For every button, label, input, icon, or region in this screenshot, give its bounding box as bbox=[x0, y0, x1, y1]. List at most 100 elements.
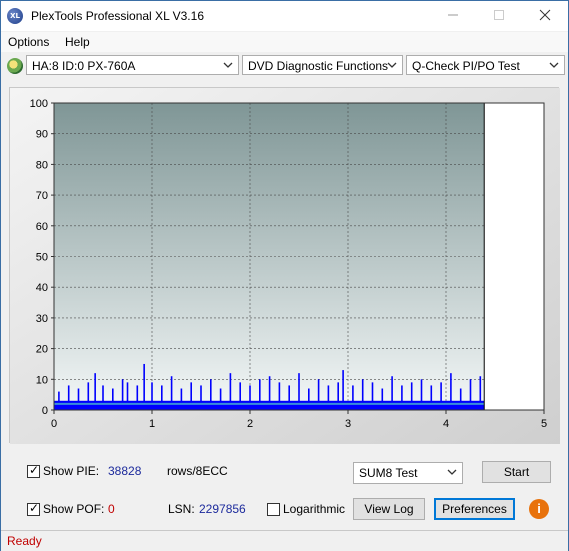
maximize-icon[interactable] bbox=[476, 1, 522, 31]
view-log-button[interactable]: View Log bbox=[353, 498, 425, 520]
chevron-down-icon bbox=[447, 469, 457, 475]
menu-help[interactable]: Help bbox=[65, 35, 90, 49]
unscanned-area bbox=[484, 103, 544, 410]
pie-bar bbox=[102, 385, 104, 410]
pie-bar bbox=[459, 388, 462, 410]
preferences-button-label: Preferences bbox=[442, 502, 507, 516]
app-logo-icon: XL bbox=[7, 8, 23, 24]
y-tick-label: 90 bbox=[36, 129, 48, 141]
test-select[interactable]: Q-Check PI/PO Test bbox=[406, 55, 565, 75]
pie-bar bbox=[410, 382, 413, 410]
pie-bar bbox=[337, 382, 339, 410]
y-tick-label: 10 bbox=[36, 374, 48, 386]
pi-po-chart: 0 10 20 30 40 50 60 70 80 90 100 0 1 2 3 4 5 bbox=[10, 88, 560, 444]
close-icon[interactable] bbox=[522, 1, 568, 31]
pie-bar bbox=[136, 385, 139, 410]
pie-bar bbox=[469, 379, 472, 410]
logarithmic-checkbox[interactable] bbox=[267, 503, 280, 516]
y-tick-label: 30 bbox=[36, 313, 48, 325]
pie-bar bbox=[87, 382, 90, 410]
pie-bar bbox=[268, 376, 271, 410]
menu-help-label: Help bbox=[65, 35, 90, 49]
start-button-label: Start bbox=[503, 465, 530, 479]
chart-panel: 0 10 20 30 40 50 60 70 80 90 100 0 1 2 3 4 5 bbox=[9, 87, 560, 444]
pie-bar bbox=[200, 385, 202, 410]
main-window: XL PlexTools Professional XL V3.16 Optio… bbox=[0, 0, 569, 551]
window-title: PlexTools Professional XL V3.16 bbox=[31, 9, 204, 23]
lsn-value: 2297856 bbox=[199, 502, 246, 516]
pie-bar bbox=[161, 385, 163, 410]
test-select-value: Q-Check PI/PO Test bbox=[412, 59, 520, 73]
show-pof-checkbox[interactable]: ✓ bbox=[27, 501, 40, 516]
status-text: Ready bbox=[7, 534, 42, 548]
y-tick-label: 80 bbox=[36, 159, 48, 171]
menu-bar: Options Help bbox=[1, 32, 568, 52]
lsn-label: LSN: bbox=[168, 502, 195, 516]
function-select-value: DVD Diagnostic Functions bbox=[248, 59, 389, 73]
status-bar: Ready bbox=[1, 530, 568, 551]
y-tick-label: 70 bbox=[36, 190, 48, 202]
sum-test-value: SUM8 Test bbox=[359, 466, 418, 480]
show-pie-checkbox[interactable]: ✓ bbox=[27, 463, 40, 478]
pie-bar bbox=[391, 376, 393, 410]
show-pof-label: Show POF: bbox=[43, 502, 105, 516]
pie-bar bbox=[327, 385, 330, 410]
preferences-button[interactable]: Preferences bbox=[434, 498, 515, 520]
checkmark-icon: ✓ bbox=[29, 501, 40, 515]
chevron-down-icon bbox=[223, 62, 233, 68]
x-tick-label: 0 bbox=[51, 418, 57, 430]
pie-bar bbox=[67, 385, 70, 410]
pie-bar bbox=[180, 388, 183, 410]
info-icon[interactable]: i bbox=[529, 499, 549, 519]
checkmark-icon: ✓ bbox=[29, 463, 40, 477]
y-tick-label: 0 bbox=[42, 405, 48, 417]
show-pie-label: Show PIE: bbox=[43, 464, 100, 478]
pie-bar bbox=[278, 382, 281, 410]
menu-options-label: Options bbox=[8, 35, 50, 49]
pie-bar bbox=[430, 385, 433, 410]
pie-bar bbox=[77, 388, 80, 410]
minimize-icon[interactable] bbox=[430, 1, 476, 31]
logarithmic-label: Logarithmic bbox=[283, 502, 346, 516]
y-tick-label: 100 bbox=[30, 98, 48, 110]
y-tick-label: 40 bbox=[36, 282, 48, 294]
pie-bar bbox=[151, 382, 153, 410]
sum-test-select[interactable]: SUM8 Test bbox=[353, 462, 463, 484]
y-tick-label: 60 bbox=[36, 221, 48, 233]
pie-bar bbox=[219, 388, 222, 410]
start-button[interactable]: Start bbox=[482, 461, 551, 483]
pie-bar bbox=[210, 379, 212, 410]
pie-value: 38828 bbox=[108, 464, 142, 478]
drive-select[interactable]: HA:8 ID:0 PX-760A bbox=[26, 55, 239, 75]
pie-bar bbox=[121, 379, 124, 410]
pie-bar bbox=[259, 379, 261, 410]
pie-bar bbox=[401, 385, 403, 410]
pie-bar bbox=[239, 382, 241, 410]
title-bar: XL PlexTools Professional XL V3.16 bbox=[1, 1, 568, 31]
chevron-down-icon bbox=[549, 62, 559, 68]
x-tick-label: 2 bbox=[247, 418, 253, 430]
pie-bar bbox=[249, 385, 251, 410]
menu-options[interactable]: Options bbox=[8, 35, 49, 49]
toolbar: HA:8 ID:0 PX-760A DVD Diagnostic Functio… bbox=[1, 53, 568, 79]
pie-bar bbox=[440, 382, 442, 410]
x-tick-label: 3 bbox=[345, 418, 351, 430]
x-tick-label: 5 bbox=[541, 418, 547, 430]
pie-bar bbox=[112, 388, 114, 410]
pie-bar bbox=[420, 379, 423, 410]
pie-bar bbox=[371, 382, 374, 410]
chevron-down-icon bbox=[387, 62, 397, 68]
function-select[interactable]: DVD Diagnostic Functions bbox=[242, 55, 403, 75]
pie-bar bbox=[126, 382, 129, 410]
pie-bar bbox=[479, 376, 482, 410]
pie-bar bbox=[317, 379, 320, 410]
pie-bar bbox=[352, 385, 354, 410]
x-tick-label: 4 bbox=[443, 418, 449, 430]
drive-select-value: HA:8 ID:0 PX-760A bbox=[32, 59, 136, 73]
pie-unit: rows/8ECC bbox=[167, 464, 228, 478]
pie-bar bbox=[361, 379, 364, 410]
pie-bar bbox=[288, 385, 290, 410]
pof-value: 0 bbox=[108, 502, 115, 516]
drive-icon bbox=[7, 58, 23, 74]
pie-bar bbox=[381, 388, 384, 410]
